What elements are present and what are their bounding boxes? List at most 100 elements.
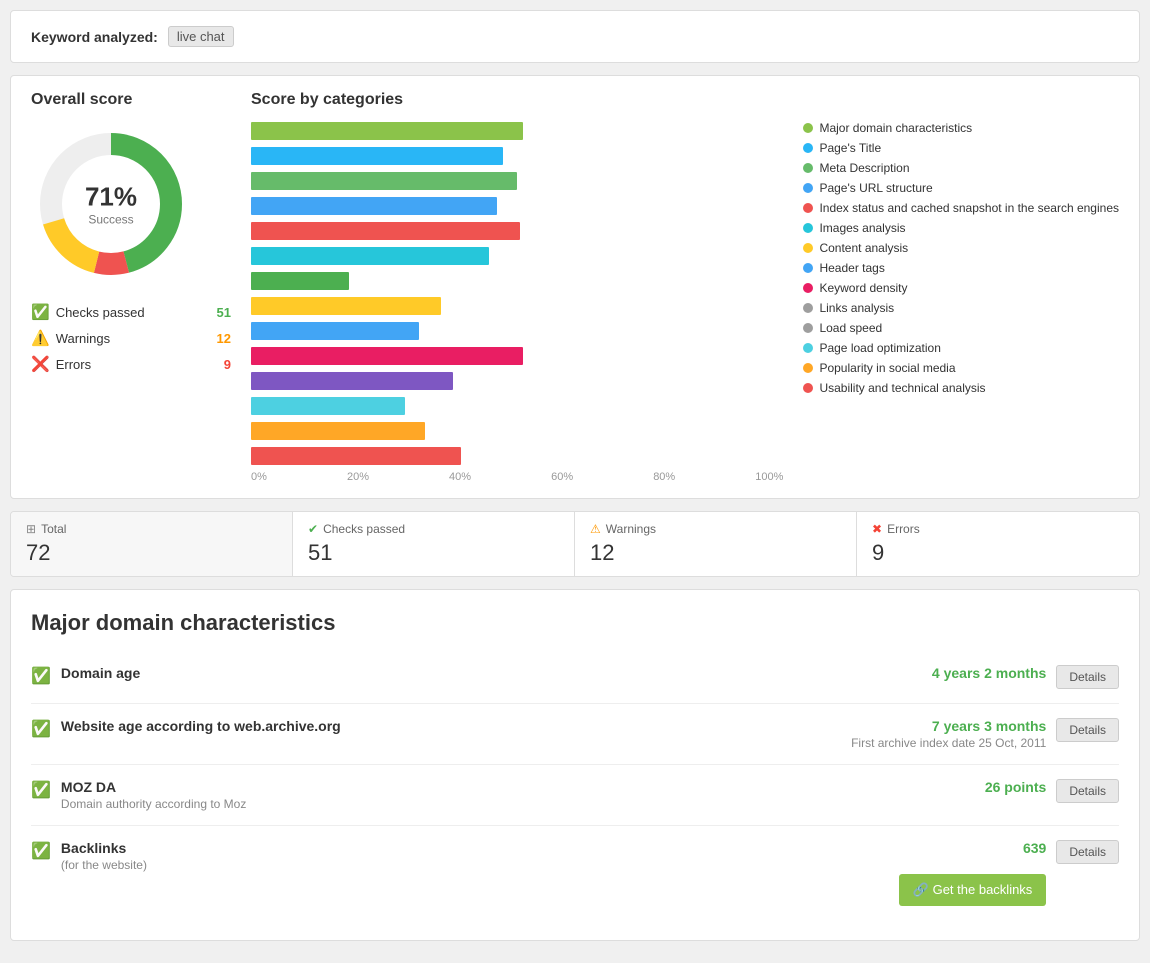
major-domain-title: Major domain characteristics bbox=[31, 610, 1119, 636]
checks-label: Checks passed bbox=[323, 522, 405, 536]
check-item-value: 639 bbox=[899, 840, 1047, 856]
total-value: 72 bbox=[26, 540, 277, 566]
bar-fill bbox=[251, 297, 441, 315]
warnings-stat: ⚠ Warnings 12 bbox=[575, 512, 857, 576]
errors-stat: ✖ Errors 9 bbox=[857, 512, 1139, 576]
legend-dot bbox=[803, 323, 813, 333]
checks-passed-count: 51 bbox=[217, 305, 231, 320]
legend-dot bbox=[803, 123, 813, 133]
legend-dot bbox=[803, 223, 813, 233]
legend-item: Keyword density bbox=[803, 281, 1119, 295]
score-card: Overall score 71% Success bbox=[10, 75, 1140, 499]
bar-fill bbox=[251, 197, 497, 215]
legend-label: Header tags bbox=[819, 261, 884, 275]
checks-passed-row: ✅ Checks passed 51 bbox=[31, 299, 231, 325]
bar-row bbox=[251, 271, 531, 291]
keyword-header: Keyword analyzed: live chat bbox=[31, 26, 1119, 47]
bar-fill bbox=[251, 147, 503, 165]
axis-label: 40% bbox=[449, 471, 471, 483]
check-item: ✅ Website age according to web.archive.or… bbox=[31, 704, 1119, 765]
legend-item: Meta Description bbox=[803, 161, 1119, 175]
check-item-label: Backlinks bbox=[61, 840, 147, 856]
bar-fill bbox=[251, 222, 520, 240]
axis-label: 100% bbox=[755, 471, 783, 483]
total-icon: ⊞ bbox=[26, 522, 36, 536]
bar-row bbox=[251, 371, 531, 391]
legend-item: Content analysis bbox=[803, 241, 1119, 255]
check-item: ✅Backlinks(for the website)639🔗 Get the … bbox=[31, 826, 1119, 920]
legend-dot bbox=[803, 203, 813, 213]
legend-label: Page load optimization bbox=[819, 341, 940, 355]
bar-row bbox=[251, 121, 531, 141]
warnings-stat-value: 12 bbox=[590, 540, 841, 566]
legend-dot bbox=[803, 263, 813, 273]
warnings-stat-label: Warnings bbox=[606, 522, 656, 536]
total-stat: ⊞ Total 72 bbox=[11, 512, 293, 576]
bar-chart-axis: 0%20%40%60%80%100% bbox=[251, 471, 783, 483]
details-button[interactable]: Details bbox=[1056, 779, 1119, 803]
bar-row bbox=[251, 196, 531, 216]
check-item-value: 26 points bbox=[985, 779, 1046, 795]
checks-stat: ✔ Checks passed 51 bbox=[293, 512, 575, 576]
legend-label: Links analysis bbox=[819, 301, 894, 315]
legend-dot bbox=[803, 243, 813, 253]
check-item-value: 7 years 3 months bbox=[851, 718, 1046, 734]
bar-fill bbox=[251, 397, 405, 415]
check-item-label: Website age according to web.archive.org bbox=[61, 718, 341, 734]
legend-label: Images analysis bbox=[819, 221, 905, 235]
bar-chart-title: Score by categories bbox=[251, 91, 783, 109]
check-item: ✅MOZ DADomain authority according to Moz… bbox=[31, 765, 1119, 826]
legend-item: Major domain characteristics bbox=[803, 121, 1119, 135]
legend-label: Popularity in social media bbox=[819, 361, 955, 375]
bar-row bbox=[251, 321, 531, 341]
bar-fill bbox=[251, 422, 425, 440]
bar-row bbox=[251, 346, 531, 366]
legend-label: Content analysis bbox=[819, 241, 908, 255]
donut-chart: 71% Success bbox=[31, 124, 191, 284]
details-button[interactable]: Details bbox=[1056, 718, 1119, 742]
donut-label: Success bbox=[85, 213, 137, 227]
legend-section: Major domain characteristics Page's Title… bbox=[803, 91, 1119, 401]
legend-label: Meta Description bbox=[819, 161, 909, 175]
legend-item: Page's Title bbox=[803, 141, 1119, 155]
check-pass-icon: ✅ bbox=[31, 719, 51, 739]
bar-chart-bars bbox=[251, 121, 531, 466]
legend-item: Images analysis bbox=[803, 221, 1119, 235]
legend-item: Usability and technical analysis bbox=[803, 381, 1119, 395]
total-label: Total bbox=[41, 522, 66, 536]
check-item-value: 4 years 2 months bbox=[932, 665, 1046, 681]
warnings-label: Warnings bbox=[56, 331, 110, 346]
check-item-label: MOZ DA bbox=[61, 779, 246, 795]
check-item-sublabel: (for the website) bbox=[61, 858, 147, 872]
bar-row bbox=[251, 221, 531, 241]
legend-dot bbox=[803, 343, 813, 353]
details-button[interactable]: Details bbox=[1056, 840, 1119, 864]
legend-item: Index status and cached snapshot in the … bbox=[803, 201, 1119, 215]
legend-label: Load speed bbox=[819, 321, 882, 335]
get-backlinks-button[interactable]: 🔗 Get the backlinks bbox=[899, 874, 1047, 906]
legend-label: Major domain characteristics bbox=[819, 121, 972, 135]
bar-fill bbox=[251, 372, 453, 390]
legend-dot bbox=[803, 163, 813, 173]
bar-chart-section: Score by categories 0%20%40%60%80%100% bbox=[251, 91, 783, 483]
bar-fill bbox=[251, 122, 523, 140]
legend-dot bbox=[803, 283, 813, 293]
checks-passed-label: Checks passed bbox=[56, 305, 145, 320]
legend-label: Index status and cached snapshot in the … bbox=[819, 201, 1119, 215]
errors-stat-label: Errors bbox=[887, 522, 920, 536]
warnings-icon: ⚠ bbox=[590, 522, 601, 536]
major-domain-card: Major domain characteristics ✅ Domain age… bbox=[10, 589, 1140, 941]
legend-item: Page's URL structure bbox=[803, 181, 1119, 195]
legend-item: Header tags bbox=[803, 261, 1119, 275]
overall-score-title: Overall score bbox=[31, 91, 231, 109]
score-stats: ✅ Checks passed 51 ⚠️ Warnings 12 ❌ Erro bbox=[31, 299, 231, 377]
legend-dot bbox=[803, 183, 813, 193]
details-button[interactable]: Details bbox=[1056, 665, 1119, 689]
check-item-label: Domain age bbox=[61, 665, 140, 681]
legend-dot bbox=[803, 383, 813, 393]
warnings-count: 12 bbox=[217, 331, 231, 346]
keyword-label: Keyword analyzed: bbox=[31, 29, 158, 45]
legend-item: Popularity in social media bbox=[803, 361, 1119, 375]
bar-row bbox=[251, 396, 531, 416]
bar-fill bbox=[251, 272, 349, 290]
